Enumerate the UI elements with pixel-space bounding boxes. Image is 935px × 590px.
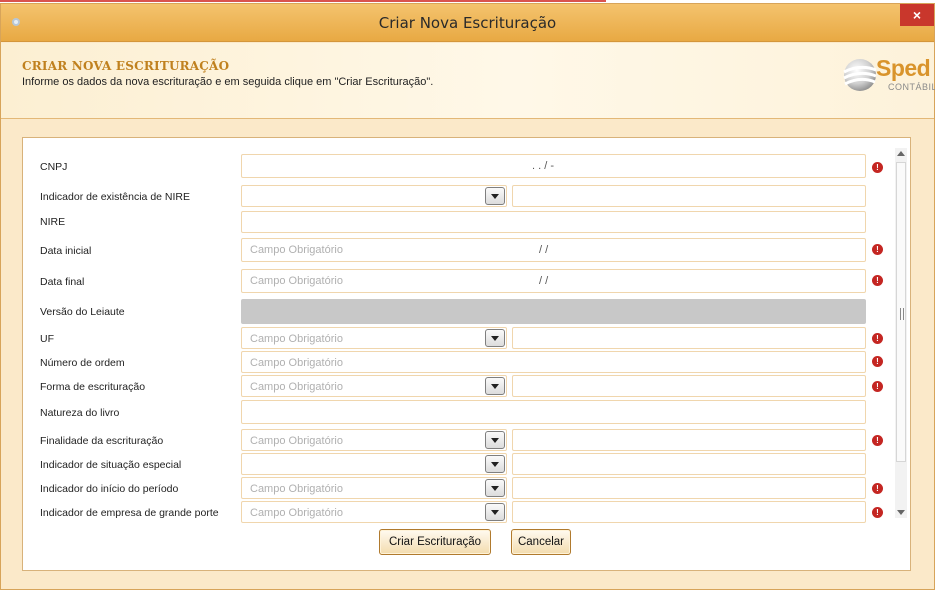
bookkeeping-form-code-input[interactable]: Campo Obrigatório (241, 375, 507, 397)
error-icon: ! (872, 275, 883, 286)
scroll-up-icon[interactable] (895, 148, 907, 160)
error-icon: ! (872, 244, 883, 255)
nire-indicator-code-input[interactable] (241, 185, 507, 207)
nire-indicator-dropdown[interactable] (485, 187, 505, 205)
cnpj-input[interactable]: . . / - (241, 154, 866, 178)
start-date-input[interactable]: Campo Obrigatório / / (241, 238, 866, 262)
bookkeeping-form-label: Forma de escrituração (40, 381, 146, 393)
bookkeeping-form-placeholder: Campo Obrigatório (250, 381, 343, 393)
bookkeeping-purpose-code-input[interactable]: Campo Obrigatório (241, 429, 507, 451)
start-date-placeholder: Campo Obrigatório (250, 244, 343, 256)
error-icon: ! (872, 381, 883, 392)
uf-desc-input[interactable] (512, 327, 866, 349)
form-row-bookkeeping-form: Forma de escrituração Campo Obrigatório … (23, 375, 893, 398)
cnpj-label: CNPJ (40, 161, 68, 173)
layout-version-label: Versão do Leiaute (40, 306, 125, 318)
page-title: CRIAR NOVA ESCRITURAÇÃO (22, 59, 230, 73)
order-number-input[interactable]: Campo Obrigatório (241, 351, 866, 373)
form-row-special-situation: Indicador de situação especial (23, 453, 893, 476)
special-situation-dropdown[interactable] (485, 455, 505, 473)
bookkeeping-form-desc-input[interactable] (512, 375, 866, 397)
nire-indicator-label: Indicador de existência de NIRE (40, 191, 190, 203)
page-header: CRIAR NOVA ESCRITURAÇÃO Informe os dados… (1, 43, 934, 119)
top-accent-line (0, 0, 606, 2)
error-icon: ! (872, 483, 883, 494)
form-row-uf: UF Campo Obrigatório ! (23, 327, 893, 350)
bookkeeping-form-dropdown[interactable] (485, 377, 505, 395)
form-row-cnpj: CNPJ . . / - ! (23, 154, 893, 178)
nire-label: NIRE (40, 216, 66, 228)
cancel-button[interactable]: Cancelar (511, 529, 571, 555)
error-icon: ! (872, 435, 883, 446)
form-row-order-number: Número de ordem Campo Obrigatório ! (23, 351, 893, 374)
create-bookkeeping-button[interactable]: Criar Escrituração (379, 529, 491, 555)
large-company-code-input[interactable]: Campo Obrigatório (241, 501, 507, 523)
period-start-code-input[interactable]: Campo Obrigatório (241, 477, 507, 499)
end-date-mask: / / (539, 275, 549, 287)
form-row-book-nature: Natureza do livro (23, 400, 893, 424)
large-company-placeholder: Campo Obrigatório (250, 507, 343, 519)
cnpj-mask: . . / - (532, 160, 554, 172)
book-nature-label: Natureza do livro (40, 407, 120, 419)
form-row-nire-indicator: Indicador de existência de NIRE (23, 185, 893, 208)
start-date-label: Data inicial (40, 245, 92, 257)
bookkeeping-purpose-placeholder: Campo Obrigatório (250, 435, 343, 447)
end-date-placeholder: Campo Obrigatório (250, 275, 343, 287)
form-panel: CNPJ . . / - ! Indicador de existência d… (22, 137, 911, 571)
period-start-desc-input[interactable] (512, 477, 866, 499)
uf-dropdown[interactable] (485, 329, 505, 347)
form-scrollbar[interactable] (895, 148, 907, 518)
bookkeeping-purpose-desc-input[interactable] (512, 429, 866, 451)
end-date-label: Data final (40, 276, 85, 288)
error-icon: ! (872, 507, 883, 518)
dialog-window: Criar Nova Escrituração × CRIAR NOVA ESC… (0, 3, 935, 590)
form-row-start-date: Data inicial Campo Obrigatório / / ! (23, 238, 893, 262)
form-row-bookkeeping-purpose: Finalidade da escrituração Campo Obrigat… (23, 429, 893, 452)
error-icon: ! (872, 333, 883, 344)
uf-code-input[interactable]: Campo Obrigatório (241, 327, 507, 349)
special-situation-code-input[interactable] (241, 453, 507, 475)
nire-indicator-desc-input[interactable] (512, 185, 866, 207)
end-date-input[interactable]: Campo Obrigatório / / (241, 269, 866, 293)
special-situation-desc-input[interactable] (512, 453, 866, 475)
form-row-nire: NIRE (23, 211, 893, 233)
uf-placeholder: Campo Obrigatório (250, 333, 343, 345)
period-start-placeholder: Campo Obrigatório (250, 483, 343, 495)
sped-logo-icon (843, 59, 877, 91)
form-row-period-start: Indicador do início do período Campo Obr… (23, 477, 893, 500)
nire-input[interactable] (241, 211, 866, 233)
form-row-large-company: Indicador de empresa de grande porte Cam… (23, 501, 893, 524)
period-start-label: Indicador do início do período (40, 483, 179, 495)
order-number-label: Número de ordem (40, 357, 125, 369)
close-button[interactable]: × (900, 4, 934, 26)
window-title: Criar Nova Escrituração (378, 14, 557, 32)
title-bar[interactable]: Criar Nova Escrituração × (1, 4, 934, 42)
page-subtitle: Informe os dados da nova escrituração e … (22, 76, 434, 88)
book-nature-input[interactable] (241, 400, 866, 424)
uf-label: UF (40, 333, 54, 345)
scrollbar-thumb[interactable] (896, 162, 906, 462)
order-number-placeholder: Campo Obrigatório (250, 357, 343, 369)
form-row-end-date: Data final Campo Obrigatório / / ! (23, 269, 893, 293)
scroll-down-icon[interactable] (895, 506, 907, 518)
start-date-mask: / / (539, 244, 549, 256)
grip-icon (900, 308, 904, 320)
error-icon: ! (872, 162, 883, 173)
period-start-dropdown[interactable] (485, 479, 505, 497)
sped-contabil-logo: Sped CONTÁBIL (841, 52, 935, 104)
form-row-layout-version: Versão do Leiaute (23, 299, 893, 324)
large-company-label: Indicador de empresa de grande porte (40, 507, 219, 519)
layout-version-field (241, 299, 866, 324)
large-company-desc-input[interactable] (512, 501, 866, 523)
large-company-dropdown[interactable] (485, 503, 505, 521)
error-icon: ! (872, 356, 883, 367)
logo-primary-text: Sped (876, 55, 931, 81)
special-situation-label: Indicador de situação especial (40, 459, 182, 471)
bookkeeping-purpose-dropdown[interactable] (485, 431, 505, 449)
bookkeeping-purpose-label: Finalidade da escrituração (40, 435, 164, 447)
logo-secondary-text: CONTÁBIL (888, 82, 935, 92)
